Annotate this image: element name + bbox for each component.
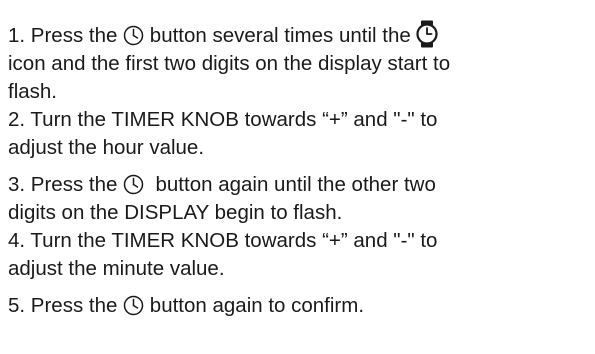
watch-icon <box>416 20 439 48</box>
step-1-text-b: button several times until the <box>149 24 411 47</box>
step-1-line-3: flash. <box>8 80 57 103</box>
step-2-line-1: 2. Turn the TIMER KNOB towards “+” and "… <box>8 108 438 131</box>
step-3-text-b: button again until the other two <box>155 173 436 196</box>
step-1-line-1: 1. Press the button several times until … <box>8 20 592 50</box>
instructions-text: 1. Press the button several times until … <box>8 20 592 320</box>
step-1-line-2: icon and the first two digits on the dis… <box>8 52 451 75</box>
clock-icon <box>123 25 144 46</box>
step-5-text-b: button again to confirm. <box>149 294 365 317</box>
step-4-line-1: 4. Turn the TIMER KNOB towards “+” and "… <box>8 229 438 252</box>
clock-icon <box>123 174 144 195</box>
clock-icon <box>123 295 144 316</box>
step-3-line-1: 3. Press the button again until the othe… <box>8 171 592 199</box>
step-1-text-a: 1. Press the <box>8 24 118 47</box>
step-3-text-a: 3. Press the <box>8 173 118 196</box>
step-3-line-2: digits on the DISPLAY begin to flash. <box>8 201 343 224</box>
step-5-text-a: 5. Press the <box>8 294 118 317</box>
step-4-line-2: adjust the minute value. <box>8 257 225 280</box>
step-5-line-1: 5. Press the button again to confirm. <box>8 292 592 320</box>
step-2-line-2: adjust the hour value. <box>8 136 205 159</box>
